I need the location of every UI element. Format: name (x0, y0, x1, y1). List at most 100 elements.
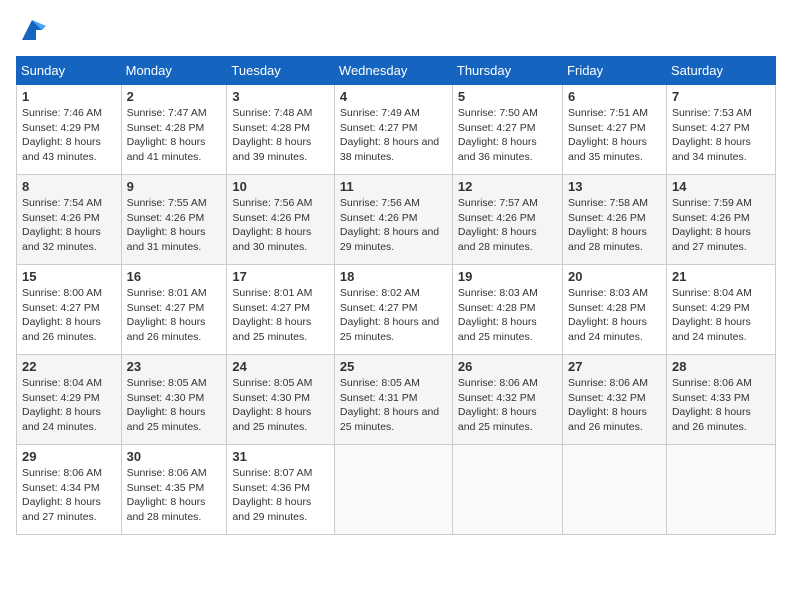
day-info: Sunrise: 7:59 AMSunset: 4:26 PMDaylight:… (672, 197, 752, 253)
calendar-cell (563, 445, 667, 535)
day-info: Sunrise: 7:46 AMSunset: 4:29 PMDaylight:… (22, 107, 102, 163)
day-info: Sunrise: 8:04 AMSunset: 4:29 PMDaylight:… (672, 287, 752, 343)
day-number: 15 (22, 269, 116, 284)
day-info: Sunrise: 7:56 AMSunset: 4:26 PMDaylight:… (340, 197, 439, 253)
day-number: 5 (458, 89, 557, 104)
day-number: 6 (568, 89, 661, 104)
calendar-cell: 25 Sunrise: 8:05 AMSunset: 4:31 PMDayligh… (334, 355, 452, 445)
day-header-sunday: Sunday (17, 57, 122, 85)
day-info: Sunrise: 7:56 AMSunset: 4:26 PMDaylight:… (232, 197, 312, 253)
calendar-cell (334, 445, 452, 535)
day-number: 9 (127, 179, 222, 194)
day-header-wednesday: Wednesday (334, 57, 452, 85)
day-info: Sunrise: 7:47 AMSunset: 4:28 PMDaylight:… (127, 107, 207, 163)
calendar-cell: 30 Sunrise: 8:06 AMSunset: 4:35 PMDayligh… (121, 445, 227, 535)
day-number: 14 (672, 179, 770, 194)
calendar-cell: 24Sunrise: 8:05 AMSunset: 4:30 PMDayligh… (227, 355, 335, 445)
day-number: 29 (22, 449, 116, 464)
day-number: 20 (568, 269, 661, 284)
day-number: 17 (232, 269, 329, 284)
day-info: Sunrise: 7:48 AMSunset: 4:28 PMDaylight:… (232, 107, 312, 163)
day-info: Sunrise: 7:49 AMSunset: 4:27 PMDaylight:… (340, 107, 439, 163)
day-info: Sunrise: 8:01 AMSunset: 4:27 PMDaylight:… (127, 287, 207, 343)
day-number: 13 (568, 179, 661, 194)
day-info: Sunrise: 7:55 AMSunset: 4:26 PMDaylight:… (127, 197, 207, 253)
calendar-cell: 7Sunrise: 7:53 AMSunset: 4:27 PMDaylight… (666, 85, 775, 175)
calendar-cell: 18 Sunrise: 8:02 AMSunset: 4:27 PMDayligh… (334, 265, 452, 355)
day-number: 26 (458, 359, 557, 374)
day-number: 22 (22, 359, 116, 374)
day-info: Sunrise: 8:00 AMSunset: 4:27 PMDaylight:… (22, 287, 102, 343)
day-info: Sunrise: 8:06 AMSunset: 4:32 PMDaylight:… (458, 377, 538, 433)
day-info: Sunrise: 8:05 AMSunset: 4:31 PMDaylight:… (340, 377, 439, 433)
day-number: 30 (127, 449, 222, 464)
day-number: 21 (672, 269, 770, 284)
day-header-monday: Monday (121, 57, 227, 85)
calendar-cell: 8 Sunrise: 7:54 AMSunset: 4:26 PMDaylight… (17, 175, 122, 265)
day-info: Sunrise: 8:02 AMSunset: 4:27 PMDaylight:… (340, 287, 439, 343)
day-number: 25 (340, 359, 447, 374)
day-header-friday: Friday (563, 57, 667, 85)
day-number: 12 (458, 179, 557, 194)
calendar-cell: 19Sunrise: 8:03 AMSunset: 4:28 PMDayligh… (452, 265, 562, 355)
calendar-cell: 22 Sunrise: 8:04 AMSunset: 4:29 PMDayligh… (17, 355, 122, 445)
day-number: 8 (22, 179, 116, 194)
day-info: Sunrise: 7:51 AMSunset: 4:27 PMDaylight:… (568, 107, 648, 163)
calendar-cell: 26 Sunrise: 8:06 AMSunset: 4:32 PMDayligh… (452, 355, 562, 445)
calendar-week-1: 1 Sunrise: 7:46 AMSunset: 4:29 PMDaylight… (17, 85, 776, 175)
day-number: 16 (127, 269, 222, 284)
day-info: Sunrise: 8:05 AMSunset: 4:30 PMDaylight:… (127, 377, 207, 433)
day-number: 18 (340, 269, 447, 284)
day-number: 11 (340, 179, 447, 194)
day-number: 3 (232, 89, 329, 104)
day-number: 28 (672, 359, 770, 374)
day-header-saturday: Saturday (666, 57, 775, 85)
day-number: 23 (127, 359, 222, 374)
day-info: Sunrise: 8:06 AMSunset: 4:33 PMDaylight:… (672, 377, 752, 433)
day-number: 10 (232, 179, 329, 194)
calendar-week-5: 29Sunrise: 8:06 AMSunset: 4:34 PMDayligh… (17, 445, 776, 535)
day-info: Sunrise: 8:01 AMSunset: 4:27 PMDaylight:… (232, 287, 312, 343)
calendar-cell: 28 Sunrise: 8:06 AMSunset: 4:33 PMDayligh… (666, 355, 775, 445)
day-number: 24 (232, 359, 329, 374)
day-info: Sunrise: 8:06 AMSunset: 4:35 PMDaylight:… (127, 467, 207, 523)
calendar-cell: 15 Sunrise: 8:00 AMSunset: 4:27 PMDayligh… (17, 265, 122, 355)
calendar-cell: 10 Sunrise: 7:56 AMSunset: 4:26 PMDayligh… (227, 175, 335, 265)
day-info: Sunrise: 8:04 AMSunset: 4:29 PMDaylight:… (22, 377, 102, 433)
calendar-cell: 20Sunrise: 8:03 AMSunset: 4:28 PMDayligh… (563, 265, 667, 355)
calendar-cell: 2 Sunrise: 7:47 AMSunset: 4:28 PMDaylight… (121, 85, 227, 175)
calendar-cell: 17 Sunrise: 8:01 AMSunset: 4:27 PMDayligh… (227, 265, 335, 355)
calendar-cell: 13 Sunrise: 7:58 AMSunset: 4:26 PMDayligh… (563, 175, 667, 265)
header (16, 16, 776, 44)
calendar-header-row: SundayMondayTuesdayWednesdayThursdayFrid… (17, 57, 776, 85)
calendar-cell (452, 445, 562, 535)
calendar-cell: 29Sunrise: 8:06 AMSunset: 4:34 PMDayligh… (17, 445, 122, 535)
calendar-week-3: 15 Sunrise: 8:00 AMSunset: 4:27 PMDayligh… (17, 265, 776, 355)
day-number: 27 (568, 359, 661, 374)
calendar-cell: 31Sunrise: 8:07 AMSunset: 4:36 PMDayligh… (227, 445, 335, 535)
calendar-cell: 23 Sunrise: 8:05 AMSunset: 4:30 PMDayligh… (121, 355, 227, 445)
calendar-body: 1 Sunrise: 7:46 AMSunset: 4:29 PMDaylight… (17, 85, 776, 535)
calendar-cell: 1 Sunrise: 7:46 AMSunset: 4:29 PMDaylight… (17, 85, 122, 175)
calendar-cell: 5Sunrise: 7:50 AMSunset: 4:27 PMDaylight… (452, 85, 562, 175)
day-number: 31 (232, 449, 329, 464)
calendar-cell: 27Sunrise: 8:06 AMSunset: 4:32 PMDayligh… (563, 355, 667, 445)
day-number: 2 (127, 89, 222, 104)
day-number: 7 (672, 89, 770, 104)
day-info: Sunrise: 7:57 AMSunset: 4:26 PMDaylight:… (458, 197, 538, 253)
logo-icon (18, 16, 46, 44)
logo (16, 16, 46, 44)
day-number: 19 (458, 269, 557, 284)
calendar-cell (666, 445, 775, 535)
day-info: Sunrise: 7:54 AMSunset: 4:26 PMDaylight:… (22, 197, 102, 253)
day-info: Sunrise: 7:58 AMSunset: 4:26 PMDaylight:… (568, 197, 648, 253)
calendar-cell: 14 Sunrise: 7:59 AMSunset: 4:26 PMDayligh… (666, 175, 775, 265)
day-number: 4 (340, 89, 447, 104)
calendar-cell: 9 Sunrise: 7:55 AMSunset: 4:26 PMDaylight… (121, 175, 227, 265)
calendar-week-4: 22 Sunrise: 8:04 AMSunset: 4:29 PMDayligh… (17, 355, 776, 445)
day-number: 1 (22, 89, 116, 104)
calendar-cell: 21 Sunrise: 8:04 AMSunset: 4:29 PMDayligh… (666, 265, 775, 355)
calendar-table: SundayMondayTuesdayWednesdayThursdayFrid… (16, 56, 776, 535)
day-header-tuesday: Tuesday (227, 57, 335, 85)
calendar-cell: 16 Sunrise: 8:01 AMSunset: 4:27 PMDayligh… (121, 265, 227, 355)
